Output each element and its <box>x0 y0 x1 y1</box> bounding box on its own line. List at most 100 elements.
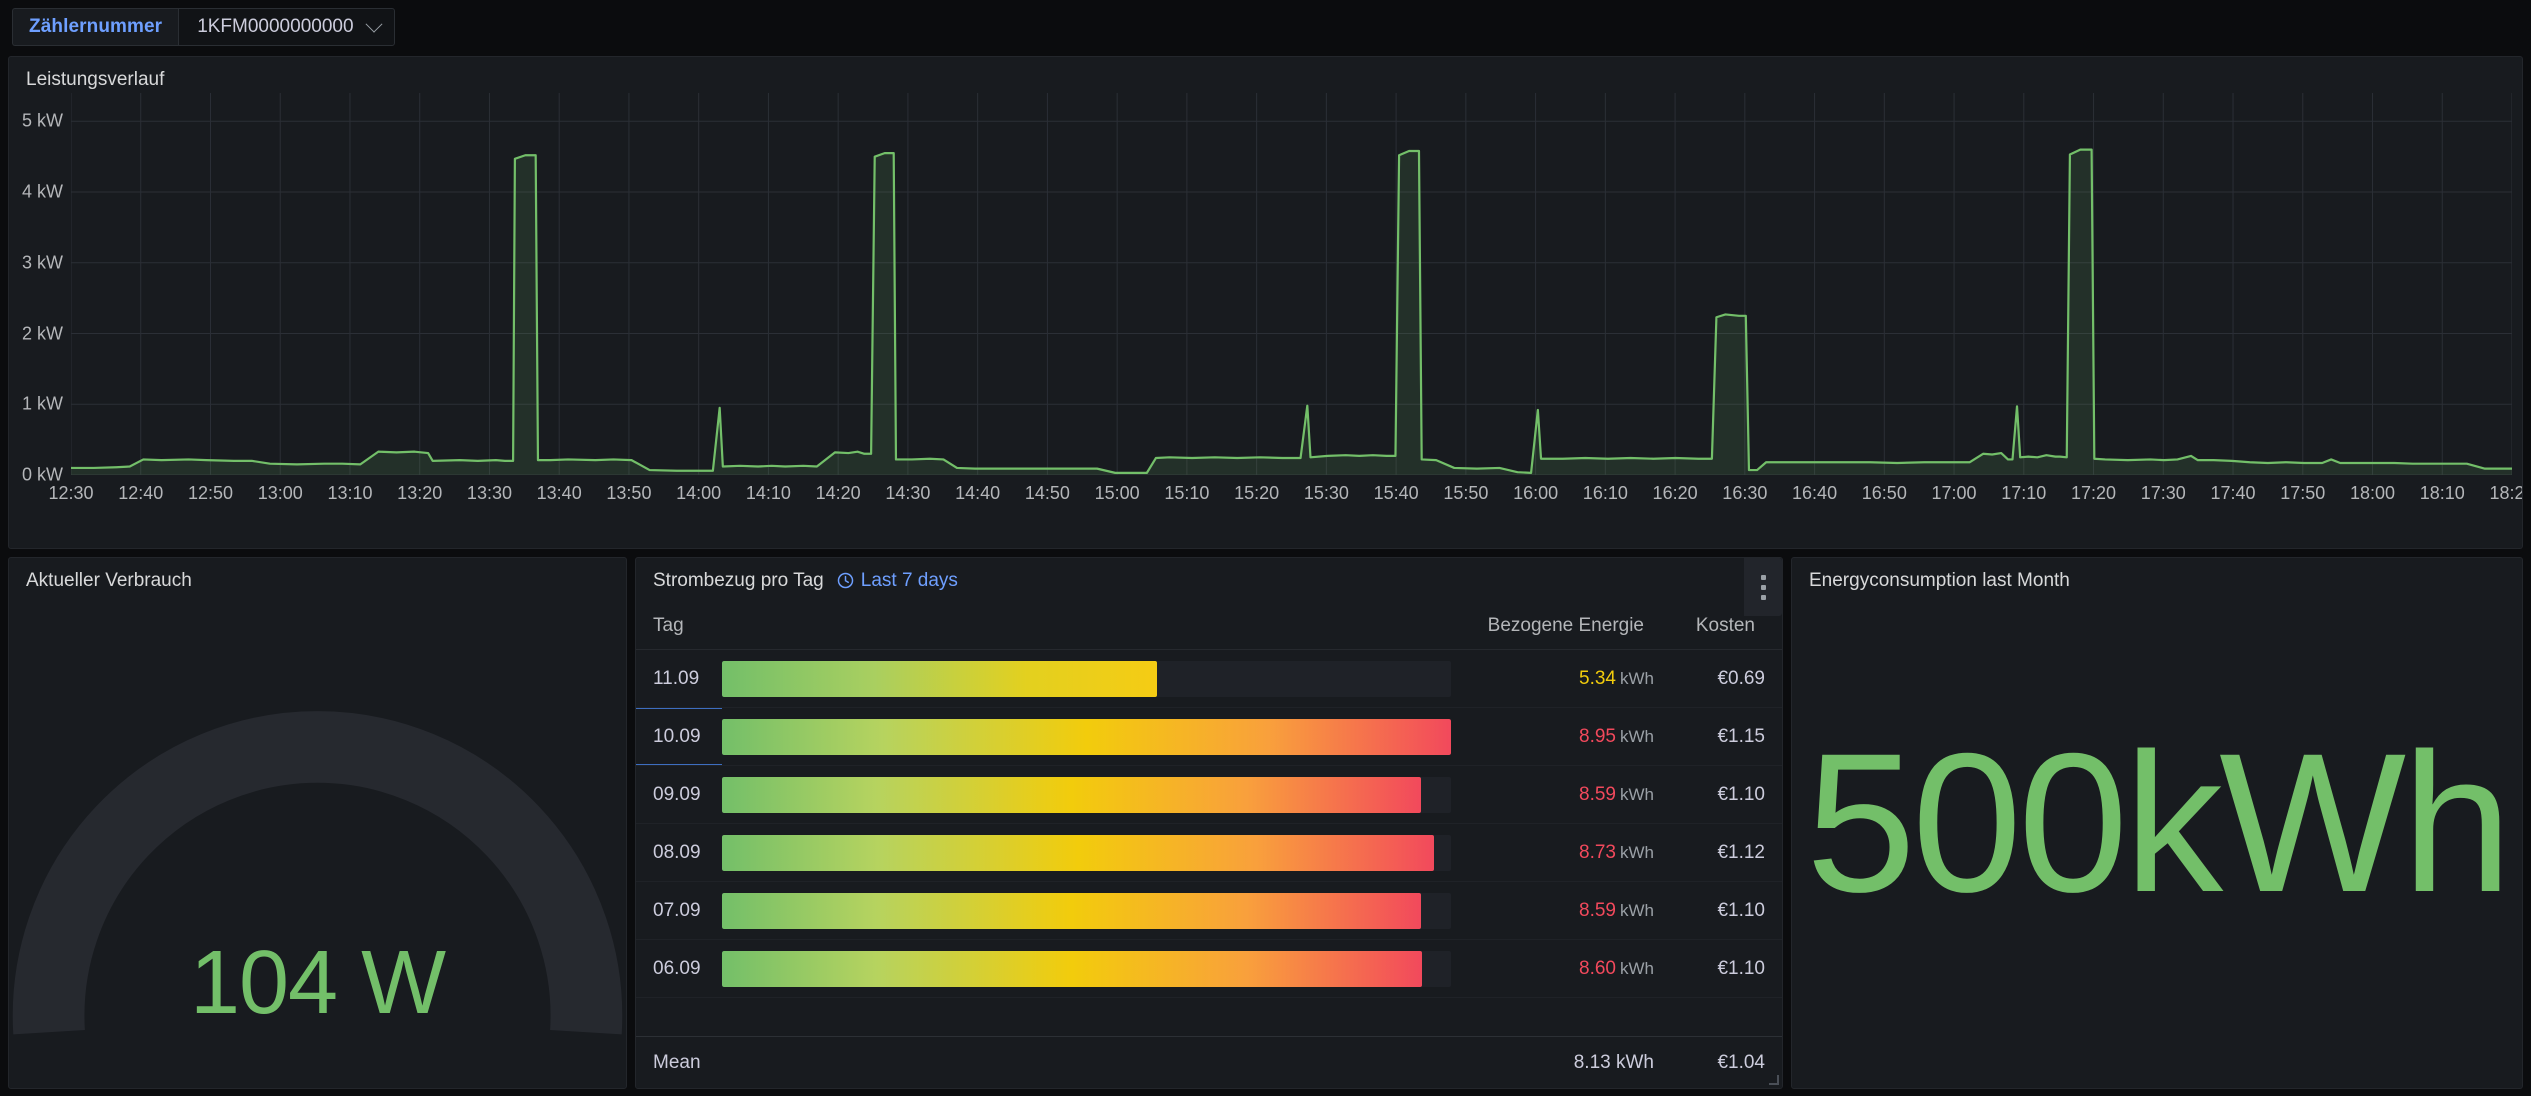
table-row[interactable]: 10.098.95kWh€1.15 <box>636 708 1782 766</box>
panel-time-range[interactable]: Last 7 days <box>837 571 958 590</box>
cell-energy: 8.59kWh <box>1459 784 1664 806</box>
panel-title-text: Aktueller Verbrauch <box>26 571 192 590</box>
x-axis-tick-label: 13:30 <box>467 483 512 504</box>
cell-tag: 11.09 <box>636 668 722 690</box>
x-axis-tick-label: 14:10 <box>746 483 791 504</box>
panel-strombezug-pro-tag[interactable]: Strombezug pro Tag Last 7 days Tag Bezog… <box>635 557 1783 1089</box>
x-axis-tick-label: 17:50 <box>2280 483 2325 504</box>
x-axis-tick-label: 13:40 <box>537 483 582 504</box>
table-row[interactable]: 09.098.59kWh€1.10 <box>636 766 1782 824</box>
footer-energy: 8.13 kWh <box>1459 1052 1664 1074</box>
x-axis-tick-label: 17:30 <box>2141 483 2186 504</box>
x-axis-tick-label: 17:20 <box>2071 483 2116 504</box>
panel-energyconsumption-last-month[interactable]: Energyconsumption last Month 500kWh <box>1791 557 2523 1089</box>
cell-tag: 08.09 <box>636 842 722 864</box>
bar-track <box>722 835 1451 871</box>
cell-energy-unit: kWh <box>1620 785 1654 804</box>
y-axis: 0 kW1 kW2 kW3 kW4 kW5 kW <box>9 93 71 475</box>
y-axis-tick-label: 2 kW <box>22 323 63 344</box>
variable-label-zaehlernummer[interactable]: Zählernummer <box>12 8 178 46</box>
x-axis-tick-label: 14:20 <box>816 483 861 504</box>
cell-bar <box>722 719 1459 755</box>
cell-energy-value: 8.59 <box>1579 784 1616 805</box>
panel-title: Aktueller Verbrauch <box>9 558 626 590</box>
x-axis-tick-label: 12:30 <box>48 483 93 504</box>
panel-title: Energyconsumption last Month <box>1792 558 2522 590</box>
stat-value: 500kWh <box>1792 724 2522 922</box>
bar-fill <box>722 777 1421 813</box>
cell-bar <box>722 893 1459 929</box>
bar-track <box>722 777 1451 813</box>
x-axis-tick-label: 13:20 <box>397 483 442 504</box>
x-axis-tick-label: 16:10 <box>1583 483 1628 504</box>
cell-energy-unit: kWh <box>1620 727 1654 746</box>
column-header-cost[interactable]: Kosten <box>1654 615 1772 637</box>
table-row[interactable]: 07.098.59kWh€1.10 <box>636 882 1782 940</box>
bar-track <box>722 661 1451 697</box>
cell-energy-value: 5.34 <box>1579 668 1616 689</box>
y-axis-tick-label: 1 kW <box>22 394 63 415</box>
column-header-tag[interactable]: Tag <box>636 615 722 637</box>
cell-cost: €1.15 <box>1664 726 1782 748</box>
panel-resize-handle[interactable] <box>1769 1075 1779 1085</box>
cell-cost: €1.10 <box>1664 958 1782 980</box>
x-axis-tick-label: 15:10 <box>1164 483 1209 504</box>
data-table: Tag Bezogene Energie Kosten 11.095.34kWh… <box>636 602 1782 1088</box>
x-axis-tick-label: 16:30 <box>1722 483 1767 504</box>
table-footer-row: Mean 8.13 kWh €1.04 <box>636 1036 1782 1088</box>
footer-label: Mean <box>636 1052 722 1074</box>
gauge-value: 104 W <box>9 932 626 1035</box>
table-row[interactable]: 06.098.60kWh€1.10 <box>636 940 1782 998</box>
y-axis-tick-label: 3 kW <box>22 252 63 273</box>
panel-aktueller-verbrauch[interactable]: Aktueller Verbrauch 104 W <box>8 557 627 1089</box>
x-axis-tick-label: 14:30 <box>885 483 930 504</box>
bar-fill <box>722 835 1434 871</box>
cell-tag: 07.09 <box>636 900 722 922</box>
cell-cost: €1.10 <box>1664 900 1782 922</box>
table-body: 11.095.34kWh€0.6910.098.95kWh€1.1509.098… <box>636 650 1782 998</box>
x-axis-tick-label: 18:10 <box>2420 483 2465 504</box>
variable-select-zaehlernummer[interactable]: 1KFM0000000000 <box>178 8 394 46</box>
bar-fill <box>722 661 1157 697</box>
panel-time-range-label: Last 7 days <box>861 571 958 590</box>
x-axis-tick-label: 16:40 <box>1792 483 1837 504</box>
cell-tag: 10.09 <box>636 708 722 765</box>
table-row[interactable]: 11.095.34kWh€0.69 <box>636 650 1782 708</box>
cell-bar <box>722 951 1459 987</box>
cell-bar <box>722 777 1459 813</box>
x-axis-tick-label: 14:50 <box>1025 483 1070 504</box>
x-axis-tick-label: 14:40 <box>955 483 1000 504</box>
cell-energy-unit: kWh <box>1620 843 1654 862</box>
cell-energy: 8.60kWh <box>1459 958 1664 980</box>
x-axis-tick-label: 12:40 <box>118 483 163 504</box>
x-axis-tick-label: 16:00 <box>1513 483 1558 504</box>
x-axis-tick-label: 17:40 <box>2210 483 2255 504</box>
x-axis-tick-label: 15:20 <box>1234 483 1279 504</box>
x-axis-tick-label: 18:20 <box>2489 483 2523 504</box>
cell-energy-unit: kWh <box>1620 901 1654 920</box>
panel-leistungsverlauf[interactable]: Leistungsverlauf 0 kW1 kW2 kW3 kW4 kW5 k… <box>8 56 2523 549</box>
x-axis-tick-label: 16:20 <box>1653 483 1698 504</box>
table-row[interactable]: 08.098.73kWh€1.12 <box>636 824 1782 882</box>
cell-energy-value: 8.95 <box>1579 726 1616 747</box>
cell-cost: €1.10 <box>1664 784 1782 806</box>
cell-bar <box>722 661 1459 697</box>
variable-selected-value: 1KFM0000000000 <box>197 16 353 38</box>
x-axis-tick-label: 18:00 <box>2350 483 2395 504</box>
x-axis-tick-label: 13:50 <box>606 483 651 504</box>
y-axis-tick-label: 5 kW <box>22 111 63 132</box>
bar-track <box>722 951 1451 987</box>
cell-energy: 5.34kWh <box>1459 668 1664 690</box>
cell-energy: 8.95kWh <box>1459 726 1664 748</box>
panel-title-text: Leistungsverlauf <box>26 70 164 89</box>
column-header-energy[interactable]: Bezogene Energie <box>1449 615 1654 637</box>
panel-title: Strombezug pro Tag Last 7 days <box>636 558 1782 590</box>
x-axis-tick-label: 17:00 <box>1932 483 1977 504</box>
plot-area[interactable] <box>71 93 2512 475</box>
kebab-dot <box>1761 595 1766 600</box>
x-axis-tick-label: 16:50 <box>1862 483 1907 504</box>
y-axis-tick-label: 4 kW <box>22 182 63 203</box>
timeseries-svg <box>71 93 2512 475</box>
cell-energy-unit: kWh <box>1620 669 1654 688</box>
variable-toolbar: Zählernummer 1KFM0000000000 <box>0 0 2531 54</box>
